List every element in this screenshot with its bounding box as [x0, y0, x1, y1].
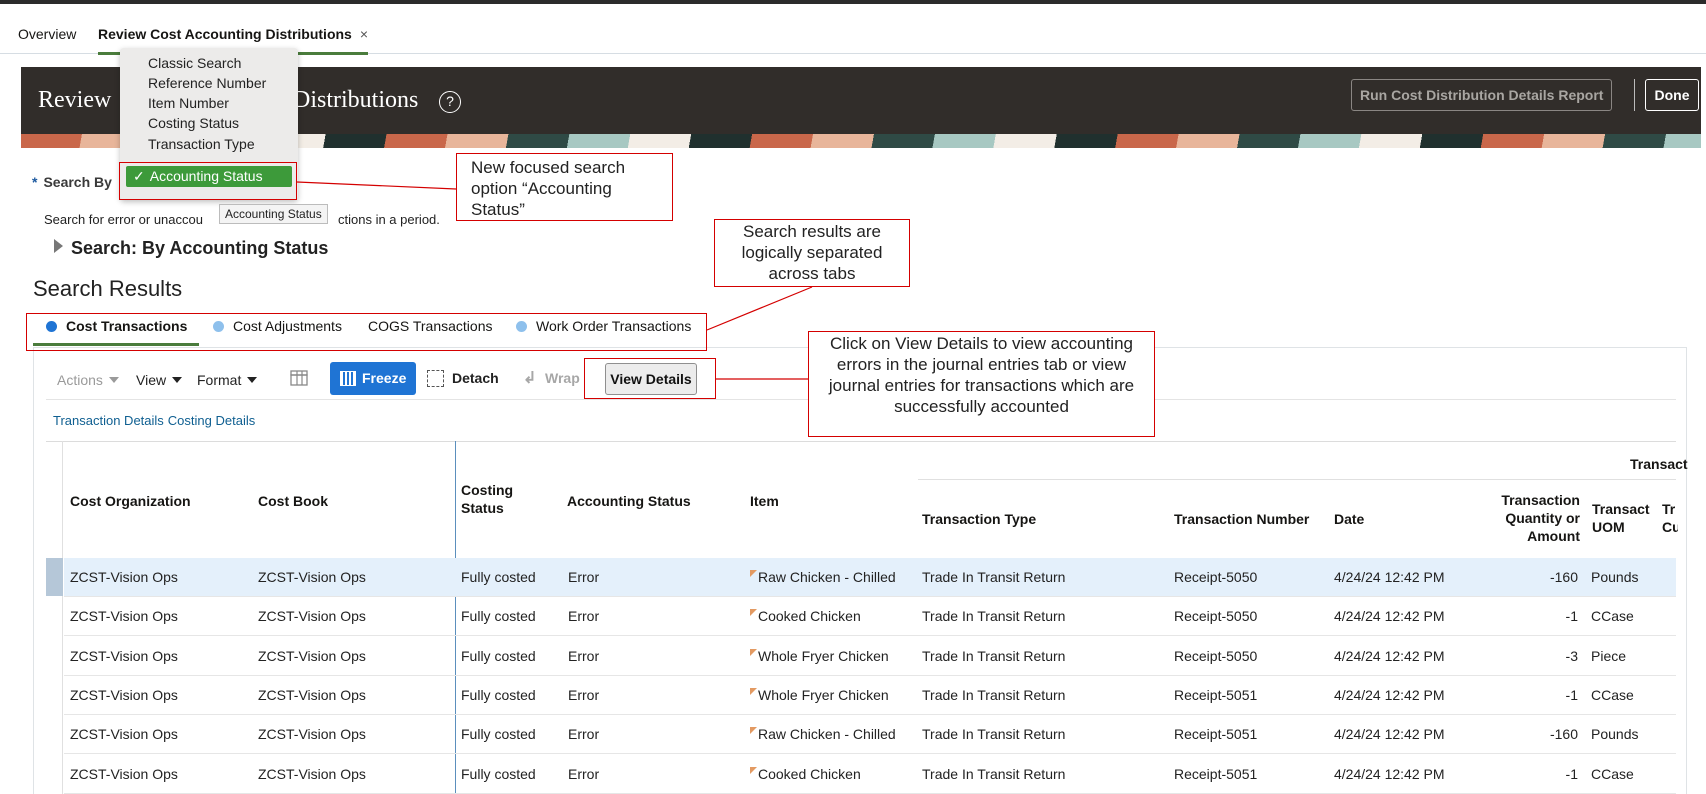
callout-connectors [296, 181, 813, 380]
